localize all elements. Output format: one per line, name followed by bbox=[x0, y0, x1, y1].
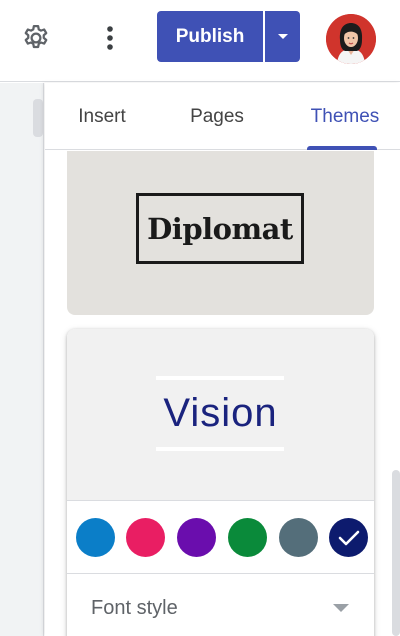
active-tab-indicator bbox=[307, 146, 377, 150]
tab-insert[interactable]: Insert bbox=[65, 83, 139, 150]
publish-button-group: Publish bbox=[157, 11, 300, 62]
color-swatches bbox=[67, 502, 374, 574]
font-style-label: Font style bbox=[91, 597, 178, 619]
editor-canvas-area bbox=[0, 83, 44, 636]
gear-icon bbox=[24, 25, 48, 49]
caret-down-icon bbox=[277, 33, 288, 39]
tab-themes[interactable]: Themes bbox=[303, 83, 387, 150]
top-toolbar: Publish bbox=[0, 0, 400, 82]
font-style-dropdown[interactable]: Font style bbox=[67, 575, 374, 636]
checkmark-icon bbox=[338, 530, 359, 545]
panel-tabs: Insert Pages Themes bbox=[45, 83, 400, 150]
dropdown-arrow-icon bbox=[333, 604, 349, 612]
theme-name-vision: Vision bbox=[163, 391, 278, 435]
color-swatch-blue[interactable] bbox=[76, 518, 115, 557]
color-swatch-green[interactable] bbox=[228, 518, 267, 557]
color-swatch-slate[interactable] bbox=[279, 518, 318, 557]
side-panel: Insert Pages Themes Diplomat Vision Font… bbox=[45, 83, 400, 636]
avatar[interactable] bbox=[326, 14, 376, 64]
tab-pages[interactable]: Pages bbox=[177, 83, 257, 150]
color-swatch-purple[interactable] bbox=[177, 518, 216, 557]
sites-editor: Publish Insert Pages Themes Diplomat Vis… bbox=[0, 0, 400, 636]
theme-card-vision[interactable]: Vision Font style bbox=[67, 329, 374, 636]
publish-button[interactable]: Publish bbox=[157, 11, 263, 62]
settings-button[interactable] bbox=[20, 22, 52, 54]
more-options-button[interactable] bbox=[96, 22, 124, 54]
decorative-line bbox=[156, 376, 284, 380]
publish-dropdown-button[interactable] bbox=[265, 11, 300, 62]
theme-preview-vision[interactable]: Vision bbox=[67, 329, 374, 501]
more-vert-icon bbox=[107, 26, 113, 50]
theme-card-diplomat[interactable]: Diplomat bbox=[67, 151, 374, 315]
decorative-line bbox=[156, 447, 284, 451]
theme-name-diplomat: Diplomat bbox=[136, 193, 304, 264]
user-avatar-icon bbox=[326, 14, 376, 64]
color-swatch-navy[interactable] bbox=[329, 518, 368, 557]
themes-list: Diplomat Vision Font style bbox=[45, 151, 400, 636]
canvas-scrollbar[interactable] bbox=[33, 99, 43, 137]
color-swatch-pink[interactable] bbox=[126, 518, 165, 557]
panel-scrollbar[interactable] bbox=[392, 470, 400, 636]
